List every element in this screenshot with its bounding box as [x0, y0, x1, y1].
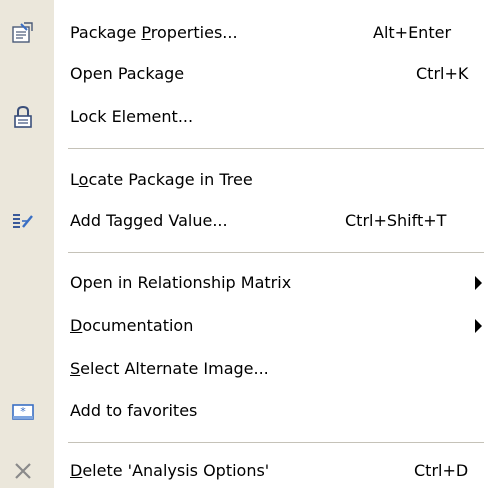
menu-item-label: Add Tagged Value... — [70, 211, 228, 230]
submenu-arrow-icon — [475, 319, 482, 333]
menu-item-open-in-relationship-matrix[interactable]: Open in Relationship Matrix — [0, 264, 484, 302]
menu-item-select-alternate-image[interactable]: Select Alternate Image... — [0, 350, 484, 388]
menu-item-shortcut: Ctrl+D — [414, 461, 469, 480]
menu-item-delete[interactable]: Delete 'Analysis Options' Ctrl+D — [0, 452, 484, 490]
menu-item-label: Add to favorites — [70, 401, 198, 420]
tagged-value-icon — [10, 209, 36, 233]
menu-item-shortcut: Ctrl+Shift+T — [345, 211, 447, 230]
menu-item-package-properties[interactable]: Package Properties... Alt+Enter — [0, 14, 484, 52]
menu-item-label: Delete 'Analysis Options' — [70, 461, 270, 480]
menu-separator — [68, 442, 484, 443]
properties-icon — [10, 21, 36, 45]
menu-item-label: Open Package — [70, 64, 185, 83]
menu-item-open-package[interactable]: Open Package Ctrl+K — [0, 55, 484, 93]
menu-separator — [68, 148, 484, 149]
menu-item-shortcut: Ctrl+K — [416, 64, 469, 83]
menu-item-add-to-favorites[interactable]: * Add to favorites — [0, 392, 484, 430]
menu-separator — [68, 252, 484, 253]
menu-item-documentation[interactable]: Documentation — [0, 307, 484, 345]
menu-item-label: Documentation — [70, 316, 194, 335]
menu-item-label: Open in Relationship Matrix — [70, 273, 292, 292]
menu-item-label: Select Alternate Image... — [70, 359, 269, 378]
menu-item-label: Locate Package in Tree — [70, 170, 253, 189]
delete-icon — [10, 459, 36, 483]
lock-icon — [10, 105, 36, 129]
svg-text:*: * — [20, 405, 26, 418]
menu-item-label: Lock Element... — [70, 107, 194, 126]
submenu-arrow-icon — [475, 276, 482, 290]
menu-item-locate-package-in-tree[interactable]: Locate Package in Tree — [0, 161, 484, 199]
menu-item-shortcut: Alt+Enter — [373, 23, 452, 42]
menu-item-add-tagged-value[interactable]: Add Tagged Value... Ctrl+Shift+T — [0, 202, 484, 240]
menu-item-lock-element[interactable]: Lock Element... — [0, 98, 484, 136]
favorites-icon: * — [10, 399, 36, 423]
menu-item-label: Package Properties... — [70, 23, 238, 42]
